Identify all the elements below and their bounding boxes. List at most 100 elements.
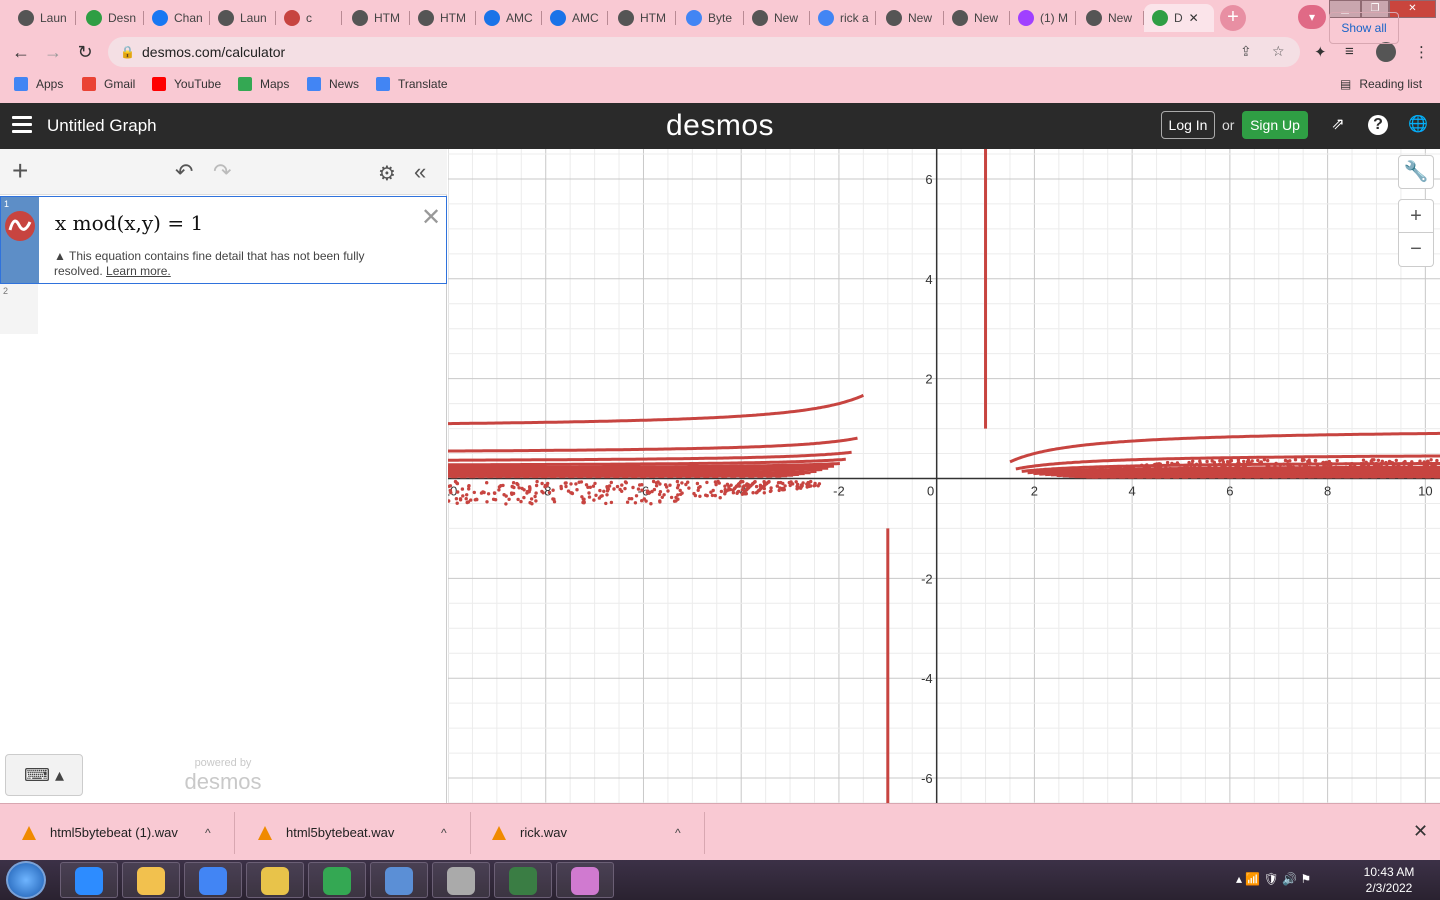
collapse-list-icon[interactable]: « xyxy=(414,159,426,185)
graph-title[interactable]: Untitled Graph xyxy=(47,116,157,136)
expression-item[interactable]: 1 x mod(x,y) = 1 ▲ This equation contain… xyxy=(0,196,447,284)
expression-input[interactable]: x mod(x,y) = 1 xyxy=(55,211,203,235)
hamburger-menu-icon[interactable] xyxy=(12,116,32,134)
curve-sample-dot xyxy=(726,488,731,492)
forward-icon[interactable]: → xyxy=(40,40,66,64)
tab-item[interactable]: Laun xyxy=(10,4,76,32)
close-tab-icon[interactable]: ✕ xyxy=(1189,11,1199,25)
zoom-out-icon[interactable]: − xyxy=(1398,233,1434,267)
curve-color-icon[interactable] xyxy=(5,211,35,241)
taskbar-app[interactable] xyxy=(60,862,118,898)
curve-sample-dot xyxy=(634,494,639,498)
tab-search-button[interactable]: ▾ xyxy=(1298,5,1326,29)
taskbar-app[interactable] xyxy=(370,862,428,898)
download-item[interactable]: html5bytebeat.wav ^ xyxy=(236,804,471,861)
taskbar-app[interactable] xyxy=(122,862,180,898)
curve-sample-dot xyxy=(1342,471,1347,476)
menu-kebab-icon[interactable]: ⋮ xyxy=(1414,43,1429,61)
tab-item[interactable]: AMC xyxy=(476,4,542,32)
curve-sample-dot xyxy=(534,499,538,503)
tab-item[interactable]: c xyxy=(276,4,342,32)
taskbar-app[interactable] xyxy=(432,862,490,898)
login-button[interactable]: Log In xyxy=(1161,111,1215,139)
bookmark-item[interactable]: YouTube xyxy=(152,77,221,91)
curve-sample-dot xyxy=(1130,473,1135,477)
tab-item[interactable]: D ✕ xyxy=(1144,4,1214,32)
tab-item[interactable]: HTM xyxy=(344,4,410,32)
curve-sample-dot xyxy=(541,491,545,495)
expression-item-empty[interactable]: 2 xyxy=(0,284,447,334)
learn-more-link[interactable]: Learn more. xyxy=(106,264,171,278)
signup-button[interactable]: Sign Up xyxy=(1242,111,1308,139)
curve-sample-dot xyxy=(717,481,721,485)
extensions-icon[interactable]: ✦ xyxy=(1314,43,1327,61)
curve-sample-dot xyxy=(1329,467,1334,471)
bookmarks-bar: Apps Gmail YouTube Maps News Translate xyxy=(0,70,1440,100)
tab-item[interactable]: HTM xyxy=(410,4,476,32)
download-menu-chevron-icon[interactable]: ^ xyxy=(205,826,211,840)
media-control-icon[interactable]: ≡ xyxy=(1345,43,1354,60)
reload-icon[interactable]: ↻ xyxy=(72,40,98,64)
bookmark-item[interactable]: Gmail xyxy=(82,77,135,91)
redo-icon[interactable]: ↷ xyxy=(213,159,231,185)
profile-avatar[interactable] xyxy=(1376,42,1396,62)
show-all-downloads-button[interactable]: Show all xyxy=(1329,12,1399,44)
add-item-icon[interactable]: + xyxy=(12,155,28,187)
taskbar-app[interactable] xyxy=(494,862,552,898)
share-graph-icon[interactable]: ⇗ xyxy=(1328,115,1348,135)
tab-item[interactable]: New xyxy=(878,4,944,32)
download-menu-chevron-icon[interactable]: ^ xyxy=(675,826,681,840)
bookmark-item[interactable]: News xyxy=(307,77,359,91)
tab-label: D xyxy=(1174,11,1183,25)
new-tab-button[interactable]: + xyxy=(1220,5,1246,31)
start-button-icon[interactable] xyxy=(6,861,46,899)
tab-item[interactable]: New xyxy=(944,4,1010,32)
bookmark-star-icon[interactable]: ☆ xyxy=(1272,43,1285,60)
close-downloads-icon[interactable]: ✕ xyxy=(1413,821,1428,842)
taskbar-app[interactable] xyxy=(246,862,304,898)
youtube-icon xyxy=(152,77,166,91)
help-icon[interactable]: ? xyxy=(1368,115,1388,135)
graph-paper[interactable]: -10-8-6-4-20246810642-2-4-6 🔧 + − xyxy=(448,149,1440,803)
tab-item[interactable]: rick a xyxy=(810,4,876,32)
bookmark-item[interactable]: Apps xyxy=(14,77,63,91)
tab-item[interactable]: New xyxy=(744,4,810,32)
system-clock[interactable]: 10:43 AM 2/3/2022 xyxy=(1352,864,1426,896)
share-icon[interactable]: ⇪ xyxy=(1240,43,1252,60)
tab-item[interactable]: Chan xyxy=(144,4,210,32)
tab-item[interactable]: New xyxy=(1078,4,1144,32)
tab-item[interactable]: HTM xyxy=(610,4,676,32)
zoom-in-icon[interactable]: + xyxy=(1398,199,1434,233)
tab-item[interactable]: AMC xyxy=(542,4,608,32)
taskbar-app[interactable] xyxy=(556,862,614,898)
reading-list-button[interactable]: ▤ Reading list xyxy=(1340,77,1422,91)
curve-sample-dot xyxy=(1266,458,1270,463)
language-globe-icon[interactable]: 🌐 xyxy=(1408,115,1428,135)
back-icon[interactable]: ← xyxy=(8,40,34,64)
download-menu-chevron-icon[interactable]: ^ xyxy=(441,826,447,840)
curve-sample-dot xyxy=(777,488,781,493)
taskbar-app[interactable] xyxy=(184,862,242,898)
bookmark-label: Translate xyxy=(398,77,448,91)
bookmark-item[interactable]: Maps xyxy=(238,77,289,91)
tab-item[interactable]: Desn xyxy=(78,4,144,32)
curve-sample-dot xyxy=(711,488,715,493)
download-item[interactable]: rick.wav ^ xyxy=(470,804,705,861)
tab-item[interactable]: Laun xyxy=(210,4,276,32)
tab-item[interactable]: (1) M xyxy=(1010,4,1076,32)
taskbar-app[interactable] xyxy=(308,862,366,898)
graph-canvas[interactable]: -10-8-6-4-20246810642-2-4-6 xyxy=(448,149,1440,803)
settings-gear-icon[interactable]: ⚙ xyxy=(378,161,396,186)
keypad-toggle-button[interactable]: ⌨ ▴ xyxy=(5,754,83,796)
tab-label: HTM xyxy=(440,11,466,25)
bookmark-item[interactable]: Translate xyxy=(376,77,448,91)
undo-icon[interactable]: ↶ xyxy=(175,159,193,185)
tab-label: New xyxy=(974,11,999,25)
curve-sample-dot xyxy=(1068,470,1073,474)
download-item[interactable]: html5bytebeat (1).wav ^ xyxy=(0,804,235,861)
tab-item[interactable]: Byte xyxy=(678,4,744,32)
curve-sample-dot xyxy=(625,500,630,504)
address-bar[interactable]: 🔒 desmos.com/calculator ⇪ ☆ xyxy=(108,37,1300,67)
graph-settings-wrench-icon[interactable]: 🔧 xyxy=(1398,155,1434,189)
delete-expression-icon[interactable]: ✕ xyxy=(421,203,441,232)
